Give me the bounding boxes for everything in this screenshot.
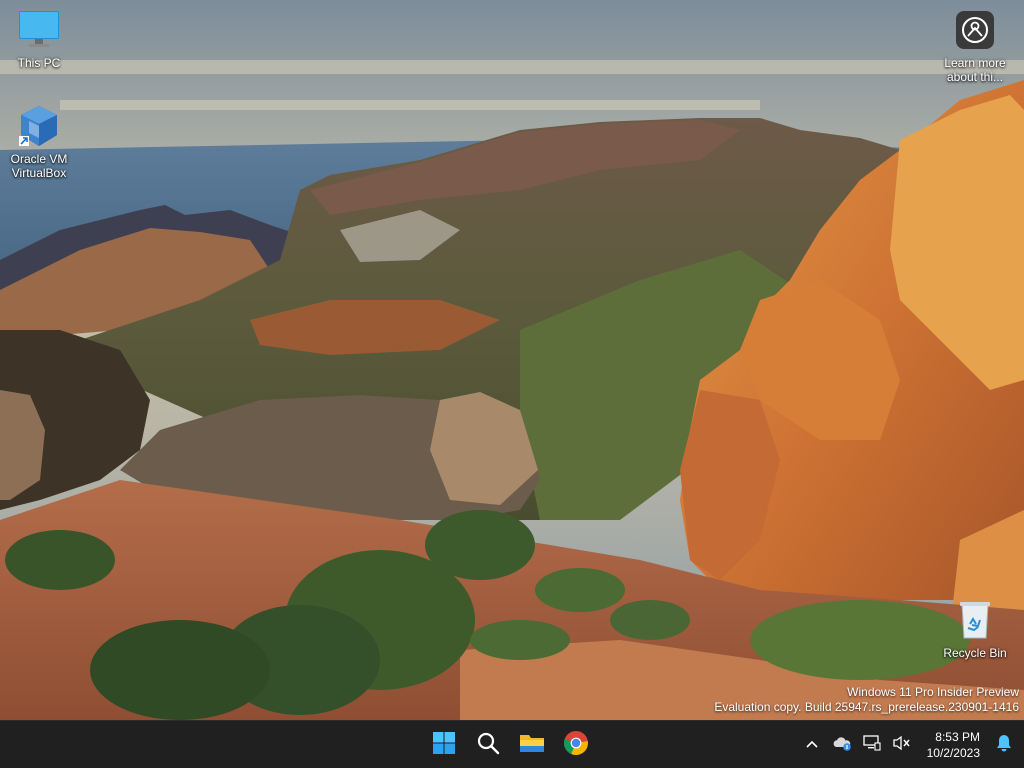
desktop-icon-label: Oracle VM VirtualBox — [10, 152, 68, 180]
desktop-icon-label: This PC — [17, 56, 61, 70]
file-explorer-button[interactable] — [512, 725, 552, 765]
desktop-icon-recycle-bin[interactable]: Recycle Bin — [937, 598, 1013, 660]
virtualbox-icon — [17, 104, 61, 148]
watermark-edition: Windows 11 Pro Insider Preview — [847, 685, 1019, 699]
windows-start-icon — [432, 731, 456, 760]
clock-button[interactable]: 8:53 PM 10/2/2023 — [919, 729, 988, 761]
folder-icon — [519, 731, 545, 760]
chrome-icon — [563, 730, 589, 761]
build-watermark: Windows 11 Pro Insider Preview Evaluatio… — [714, 685, 1019, 715]
desktop-icon-virtualbox[interactable]: Oracle VM VirtualBox — [1, 104, 77, 180]
volume-button[interactable] — [887, 725, 917, 765]
desktop-icon-label: Recycle Bin — [943, 646, 1007, 660]
bell-icon — [996, 734, 1012, 757]
system-tray: 8:53 PM 10/2/2023 — [797, 721, 1024, 768]
search-button[interactable] — [468, 725, 508, 765]
clock-time: 8:53 PM — [935, 730, 980, 744]
desktop-icon-this-pc[interactable]: This PC — [1, 8, 77, 70]
clock-date: 10/2/2023 — [926, 746, 980, 760]
notifications-button[interactable] — [988, 725, 1020, 765]
monitor-icon — [17, 8, 61, 52]
onedrive-button[interactable] — [827, 725, 857, 765]
network-icon — [862, 734, 881, 756]
network-button[interactable] — [857, 725, 887, 765]
taskbar: 8:53 PM 10/2/2023 — [0, 720, 1024, 768]
chrome-button[interactable] — [556, 725, 596, 765]
onedrive-icon — [832, 735, 852, 756]
volume-muted-icon — [892, 735, 911, 756]
desktop-icon-learn-more[interactable]: Learn more about thi... — [937, 8, 1013, 84]
learn-more-icon — [953, 8, 997, 52]
watermark-build: Evaluation copy. Build 25947.rs_prerelea… — [714, 700, 1019, 714]
search-icon — [476, 731, 500, 760]
start-button[interactable] — [424, 725, 464, 765]
recycle-bin-icon — [953, 598, 997, 642]
taskbar-apps — [424, 721, 596, 768]
desktop-icon-label: Learn more about thi... — [944, 56, 1006, 84]
chevron-up-icon — [805, 736, 819, 754]
show-hidden-icons-button[interactable] — [797, 725, 827, 765]
desktop-wallpaper — [0, 0, 1024, 720]
